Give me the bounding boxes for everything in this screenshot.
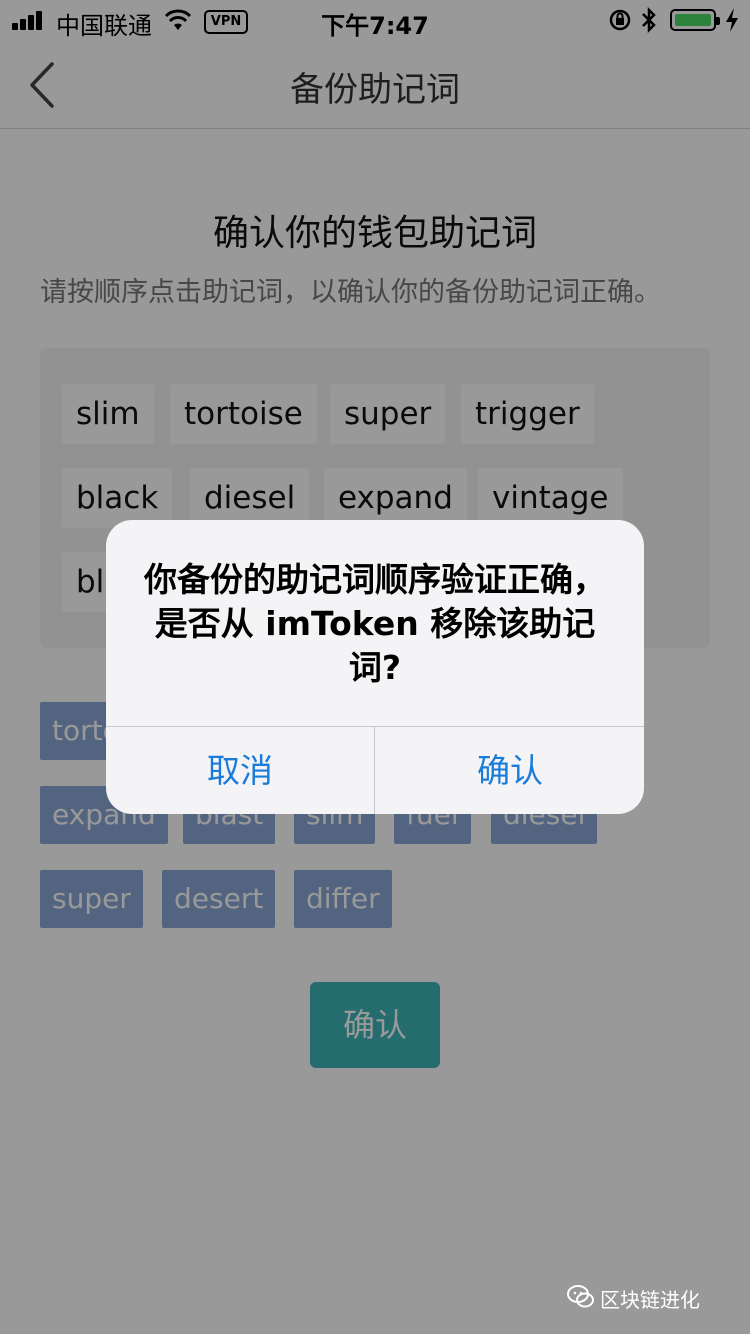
alert-cancel-button[interactable]: 取消 (106, 727, 374, 814)
watermark-text: 区块链进化 (600, 1288, 700, 1312)
alert-message: 你备份的助记词顺序验证正确，是否从 imToken 移除该助记词? (144, 560, 606, 687)
alert-dialog: 你备份的助记词顺序验证正确，是否从 imToken 移除该助记词? 取消 确认 (106, 520, 644, 814)
screen: 中国联通 VPN 下午7:47 备份助记词 确认你的钱包助记词 请按顺序点击助记… (0, 0, 750, 1334)
wechat-icon (567, 1285, 594, 1308)
watermark: 区块链进化 (566, 1280, 726, 1314)
alert-confirm-button[interactable]: 确认 (376, 727, 644, 814)
